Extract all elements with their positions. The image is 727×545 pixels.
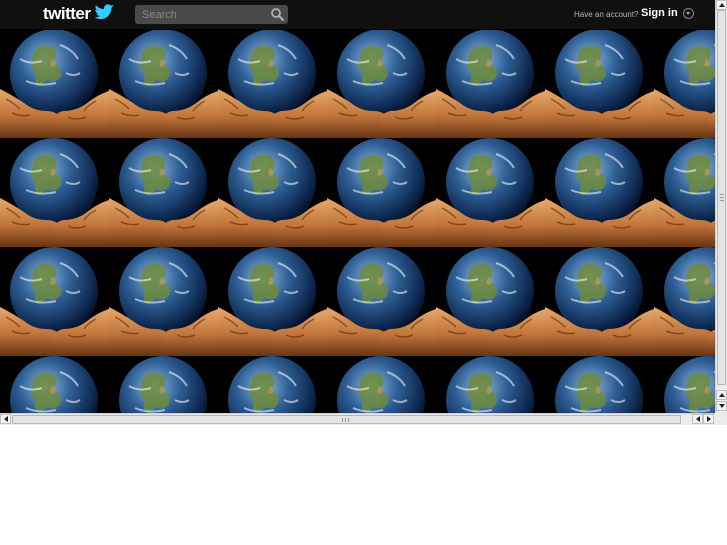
arrow-up-icon: [718, 393, 725, 397]
earth-in-hands-image: [109, 356, 218, 413]
earth-in-hands-image: [327, 138, 436, 247]
earth-in-hands-image: [327, 356, 436, 413]
grip-line: [342, 418, 343, 422]
scrollbar-corner: [715, 413, 727, 425]
earth-in-hands-image: [0, 247, 109, 356]
earth-in-hands-image: [327, 29, 436, 138]
earth-in-hands-image: [109, 138, 218, 247]
scroll-down-button[interactable]: [716, 401, 727, 411]
earth-in-hands-image: [327, 247, 436, 356]
sign-in-button[interactable]: Sign in: [641, 7, 694, 19]
earth-in-hands-image: [545, 29, 654, 138]
arrow-left-icon: [3, 416, 8, 422]
earth-in-hands-image: [436, 356, 545, 413]
vertical-scroll-thumb[interactable]: [717, 10, 726, 385]
grip-line: [720, 200, 724, 201]
page-viewport: twitter Have an account? Sign in: [0, 0, 715, 413]
grip-line: [720, 194, 724, 195]
earth-in-hands-image: [218, 138, 327, 247]
earth-in-hands-image: [436, 138, 545, 247]
earth-in-hands-image: [654, 29, 715, 138]
arrow-right-icon: [706, 416, 711, 422]
arrow-left-icon: [695, 416, 700, 422]
twitter-logo[interactable]: twitter: [43, 3, 115, 25]
earth-in-hands-image: [545, 138, 654, 247]
earth-in-hands-image: [218, 29, 327, 138]
scroll-left-button-right[interactable]: [692, 414, 703, 424]
bird-icon: [93, 3, 115, 25]
earth-in-hands-image: [545, 356, 654, 413]
logo-text: twitter: [43, 4, 91, 23]
earth-in-hands-image: [109, 247, 218, 356]
search-icon[interactable]: [270, 7, 285, 22]
top-bar: twitter Have an account? Sign in: [0, 0, 715, 30]
earth-in-hands-image: [436, 29, 545, 138]
chevron-down-icon: [682, 7, 694, 19]
background-tile-grid: [0, 29, 715, 413]
earth-in-hands-image: [654, 138, 715, 247]
search-box: [135, 5, 288, 24]
scroll-up-button-lower[interactable]: [716, 390, 727, 400]
grip-line: [345, 418, 346, 422]
grip-line: [348, 418, 349, 422]
earth-in-hands-image: [654, 356, 715, 413]
earth-in-hands-image: [436, 247, 545, 356]
earth-in-hands-image: [0, 138, 109, 247]
scroll-right-button[interactable]: [703, 414, 714, 424]
horizontal-scroll-thumb[interactable]: [12, 415, 681, 424]
earth-in-hands-image: [0, 29, 109, 138]
scroll-up-button[interactable]: [716, 0, 727, 10]
earth-in-hands-image: [218, 356, 327, 413]
sign-in-label: Sign in: [641, 7, 678, 19]
vertical-scrollbar[interactable]: [715, 0, 727, 413]
earth-in-hands-image: [654, 247, 715, 356]
horizontal-scrollbar[interactable]: [0, 413, 715, 425]
grip-line: [720, 197, 724, 198]
earth-in-hands-image: [109, 29, 218, 138]
earth-in-hands-image: [545, 247, 654, 356]
arrow-up-icon: [718, 3, 725, 7]
earth-in-hands-image: [0, 356, 109, 413]
scroll-left-button[interactable]: [0, 414, 11, 424]
search-input[interactable]: [135, 5, 272, 24]
earth-in-hands-image: [218, 247, 327, 356]
arrow-down-icon: [718, 404, 725, 408]
have-account-text: Have an account?: [574, 10, 639, 19]
